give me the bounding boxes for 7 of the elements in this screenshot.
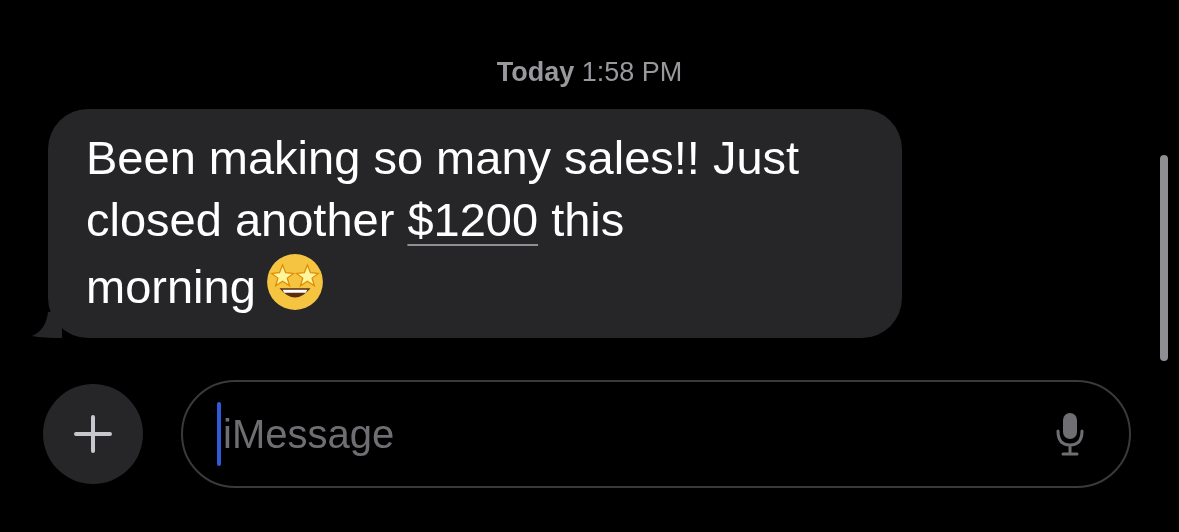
microphone-icon[interactable] — [1055, 410, 1085, 457]
message-input[interactable]: iMessage — [223, 403, 1055, 464]
composer-field[interactable]: iMessage — [181, 379, 1131, 488]
plus-icon — [73, 413, 113, 454]
amount-link[interactable]: $1200 — [407, 192, 539, 246]
message-timestamp: Today 1:58 PM — [496, 56, 683, 89]
message-text: Been making so many sales!! Just closed another $1200 this morning — [86, 129, 801, 315]
